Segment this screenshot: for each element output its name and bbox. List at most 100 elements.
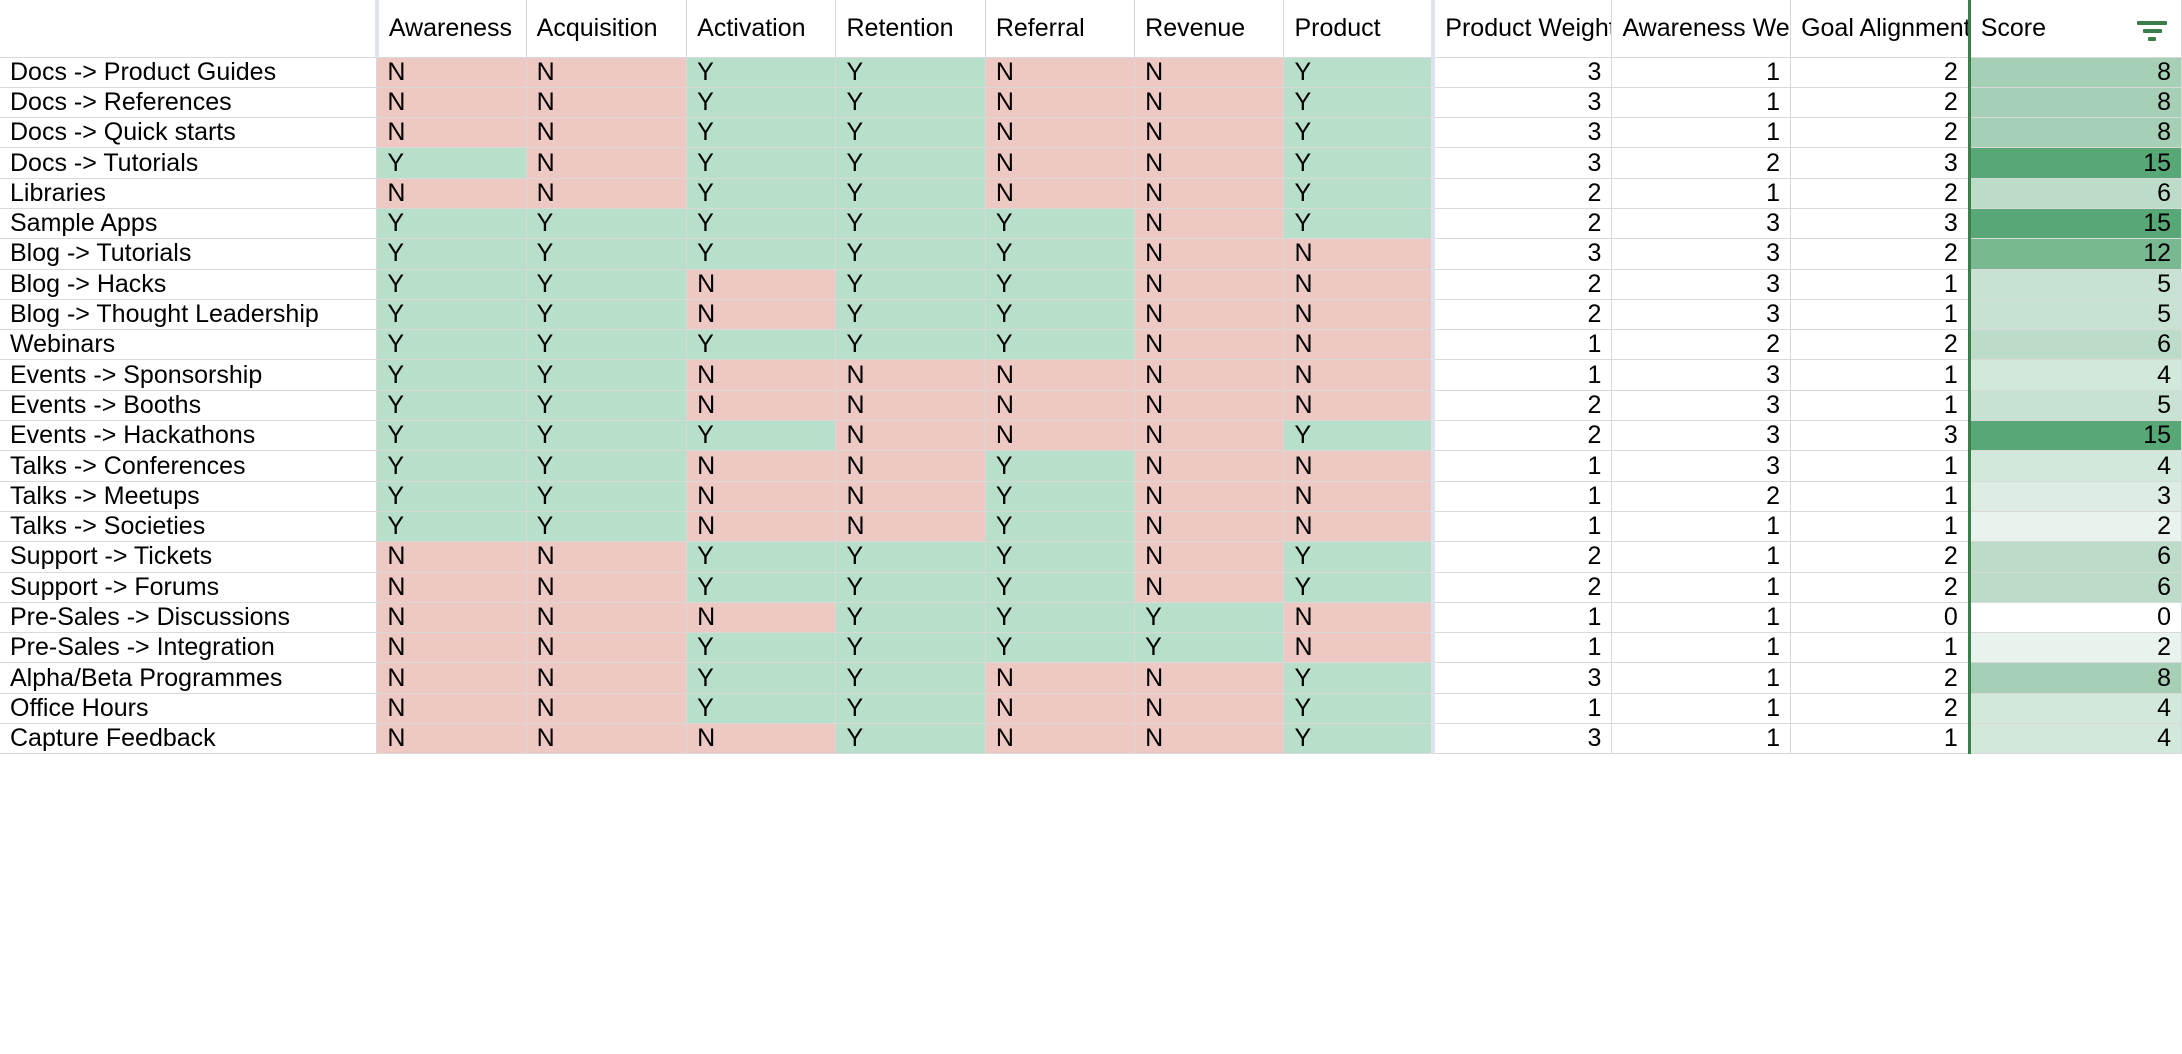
column-header-activation[interactable]: Activation <box>687 0 836 57</box>
cell-product-weighting[interactable]: 2 <box>1433 269 1612 299</box>
cell-product[interactable]: Y <box>1284 57 1433 87</box>
cell-activation[interactable]: N <box>687 481 836 511</box>
cell-awareness-weighting[interactable]: 3 <box>1612 208 1791 238</box>
cell-awareness-weighting[interactable]: 1 <box>1612 602 1791 632</box>
cell-score[interactable]: 4 <box>1969 693 2181 723</box>
column-header-product_weighting[interactable]: Product Weighting <box>1433 0 1612 57</box>
cell-product[interactable]: Y <box>1284 208 1433 238</box>
cell-score[interactable]: 8 <box>1969 118 2181 148</box>
cell-referral[interactable]: N <box>985 390 1134 420</box>
cell-score[interactable]: 6 <box>1969 178 2181 208</box>
cell-product-weighting[interactable]: 2 <box>1433 572 1612 602</box>
cell-revenue[interactable]: N <box>1135 360 1284 390</box>
cell-referral[interactable]: N <box>985 724 1134 754</box>
cell-referral[interactable]: N <box>985 178 1134 208</box>
cell-retention[interactable]: Y <box>836 330 985 360</box>
cell-product[interactable]: N <box>1284 269 1433 299</box>
cell-acquisition[interactable]: Y <box>526 421 687 451</box>
cell-score[interactable]: 6 <box>1969 572 2181 602</box>
cell-awareness-weighting[interactable]: 3 <box>1612 421 1791 451</box>
cell-acquisition[interactable]: Y <box>526 511 687 541</box>
row-label-cell[interactable]: Blog -> Tutorials <box>0 239 377 269</box>
cell-goal-alignment[interactable]: 2 <box>1791 178 1970 208</box>
cell-product-weighting[interactable]: 1 <box>1433 360 1612 390</box>
cell-score[interactable]: 3 <box>1969 481 2181 511</box>
cell-product[interactable]: Y <box>1284 663 1433 693</box>
cell-awareness-weighting[interactable]: 3 <box>1612 239 1791 269</box>
cell-revenue[interactable]: N <box>1135 724 1284 754</box>
cell-activation[interactable]: Y <box>687 87 836 117</box>
cell-score[interactable]: 5 <box>1969 299 2181 329</box>
cell-retention[interactable]: Y <box>836 239 985 269</box>
cell-acquisition[interactable]: Y <box>526 330 687 360</box>
cell-activation[interactable]: Y <box>687 57 836 87</box>
cell-awareness[interactable]: N <box>377 57 526 87</box>
cell-revenue[interactable]: N <box>1135 57 1284 87</box>
cell-score[interactable]: 8 <box>1969 57 2181 87</box>
cell-score[interactable]: 5 <box>1969 390 2181 420</box>
cell-goal-alignment[interactable]: 2 <box>1791 87 1970 117</box>
cell-goal-alignment[interactable]: 1 <box>1791 724 1970 754</box>
cell-score[interactable]: 6 <box>1969 330 2181 360</box>
cell-goal-alignment[interactable]: 3 <box>1791 421 1970 451</box>
cell-goal-alignment[interactable]: 2 <box>1791 572 1970 602</box>
cell-product-weighting[interactable]: 2 <box>1433 299 1612 329</box>
cell-activation[interactable]: N <box>687 724 836 754</box>
cell-retention[interactable]: Y <box>836 208 985 238</box>
cell-acquisition[interactable]: N <box>526 693 687 723</box>
cell-score[interactable]: 8 <box>1969 663 2181 693</box>
cell-awareness-weighting[interactable]: 1 <box>1612 511 1791 541</box>
cell-score[interactable]: 15 <box>1969 208 2181 238</box>
cell-goal-alignment[interactable]: 2 <box>1791 57 1970 87</box>
cell-revenue[interactable]: N <box>1135 511 1284 541</box>
cell-revenue[interactable]: N <box>1135 87 1284 117</box>
cell-retention[interactable]: Y <box>836 663 985 693</box>
cell-referral[interactable]: Y <box>985 269 1134 299</box>
cell-acquisition[interactable]: Y <box>526 239 687 269</box>
cell-revenue[interactable]: N <box>1135 542 1284 572</box>
cell-awareness-weighting[interactable]: 1 <box>1612 572 1791 602</box>
cell-retention[interactable]: N <box>836 360 985 390</box>
cell-product-weighting[interactable]: 1 <box>1433 633 1612 663</box>
cell-product[interactable]: Y <box>1284 178 1433 208</box>
cell-acquisition[interactable]: Y <box>526 481 687 511</box>
cell-referral[interactable]: Y <box>985 299 1134 329</box>
cell-product-weighting[interactable]: 2 <box>1433 421 1612 451</box>
cell-awareness-weighting[interactable]: 3 <box>1612 390 1791 420</box>
cell-activation[interactable]: Y <box>687 542 836 572</box>
cell-goal-alignment[interactable]: 1 <box>1791 511 1970 541</box>
cell-awareness[interactable]: Y <box>377 360 526 390</box>
row-label-cell[interactable]: Libraries <box>0 178 377 208</box>
cell-acquisition[interactable]: Y <box>526 451 687 481</box>
cell-awareness[interactable]: Y <box>377 481 526 511</box>
cell-awareness[interactable]: N <box>377 602 526 632</box>
cell-awareness[interactable]: Y <box>377 390 526 420</box>
cell-awareness[interactable]: Y <box>377 299 526 329</box>
cell-activation[interactable]: Y <box>687 693 836 723</box>
cell-awareness-weighting[interactable]: 1 <box>1612 542 1791 572</box>
cell-referral[interactable]: Y <box>985 239 1134 269</box>
cell-product-weighting[interactable]: 1 <box>1433 481 1612 511</box>
cell-acquisition[interactable]: N <box>526 178 687 208</box>
column-header-goal_alignment[interactable]: Goal Alignment <box>1791 0 1970 57</box>
cell-revenue[interactable]: N <box>1135 330 1284 360</box>
row-label-cell[interactable]: Talks -> Societies <box>0 511 377 541</box>
cell-product[interactable]: Y <box>1284 572 1433 602</box>
row-label-cell[interactable]: Docs -> Product Guides <box>0 57 377 87</box>
row-label-cell[interactable]: Support -> Forums <box>0 572 377 602</box>
cell-acquisition[interactable]: N <box>526 724 687 754</box>
cell-referral[interactable]: N <box>985 693 1134 723</box>
cell-awareness-weighting[interactable]: 1 <box>1612 724 1791 754</box>
cell-awareness[interactable]: N <box>377 724 526 754</box>
cell-score[interactable]: 12 <box>1969 239 2181 269</box>
cell-revenue[interactable]: N <box>1135 148 1284 178</box>
cell-score[interactable]: 8 <box>1969 87 2181 117</box>
column-header-score[interactable]: Score <box>1969 0 2181 57</box>
cell-awareness-weighting[interactable]: 2 <box>1612 481 1791 511</box>
cell-referral[interactable]: Y <box>985 481 1134 511</box>
cell-awareness[interactable]: N <box>377 663 526 693</box>
column-header-rowlabel[interactable] <box>0 0 377 57</box>
cell-goal-alignment[interactable]: 3 <box>1791 208 1970 238</box>
cell-retention[interactable]: Y <box>836 148 985 178</box>
cell-acquisition[interactable]: N <box>526 87 687 117</box>
